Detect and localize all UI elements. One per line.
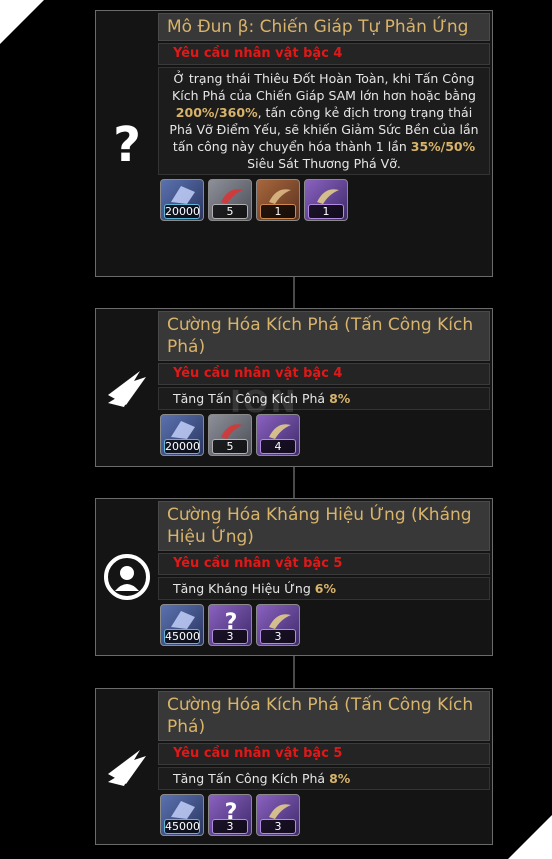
break-claw-icon bbox=[96, 689, 158, 844]
claw-material-icon[interactable]: 5 bbox=[208, 179, 252, 221]
corner-decoration-bottom-right bbox=[508, 815, 552, 859]
requirement-text: Yêu cầu nhân vật bậc 4 bbox=[158, 363, 490, 385]
tree-connector bbox=[293, 467, 295, 498]
material-list: 45000 ? 3 3 bbox=[158, 604, 490, 646]
tree-connector bbox=[293, 656, 295, 688]
svg-text:?: ? bbox=[113, 119, 141, 169]
requirement-text: Yêu cầu nhân vật bậc 5 bbox=[158, 553, 490, 575]
claw-material-icon[interactable]: 5 bbox=[208, 414, 252, 456]
requirement-text: Yêu cầu nhân vật bậc 5 bbox=[158, 743, 490, 765]
skill-description: Ở trạng thái Thiêu Đốt Hoàn Toàn, khi Tấ… bbox=[158, 67, 490, 175]
credit-crystal-icon[interactable]: 20000 bbox=[160, 179, 204, 221]
skill-node-card[interactable]: Cường Hóa Kháng Hiệu Ứng (Kháng Hiệu Ứng… bbox=[95, 498, 493, 656]
credit-crystal-icon[interactable]: 45000 bbox=[160, 794, 204, 836]
skill-title: Mô Đun β: Chiến Giáp Tự Phản Ứng bbox=[158, 13, 490, 41]
skill-description: Tăng Tấn Công Kích Phá 8% bbox=[158, 767, 490, 790]
material-list: 20000 5 4 bbox=[158, 414, 490, 456]
claw-material-icon[interactable]: 3 bbox=[256, 794, 300, 836]
break-claw-icon bbox=[96, 309, 158, 466]
skill-title: Cường Hóa Kháng Hiệu Ứng (Kháng Hiệu Ứng… bbox=[158, 501, 490, 551]
skill-description: Tăng Kháng Hiệu Ứng 6% bbox=[158, 577, 490, 600]
skill-title: Cường Hóa Kích Phá (Tấn Công Kích Phá) bbox=[158, 311, 490, 361]
tree-connector bbox=[293, 277, 295, 308]
svg-text:?: ? bbox=[225, 800, 238, 821]
question-icon: ? bbox=[96, 11, 158, 276]
claw-material-icon[interactable]: 3 bbox=[256, 604, 300, 646]
claw-material-icon[interactable]: 1 bbox=[256, 179, 300, 221]
question-icon[interactable]: ? 3 bbox=[208, 794, 252, 836]
claw-material-icon[interactable]: 1 bbox=[304, 179, 348, 221]
credit-crystal-icon[interactable]: 45000 bbox=[160, 604, 204, 646]
credit-crystal-icon[interactable]: 20000 bbox=[160, 414, 204, 456]
skill-description: Tăng Tấn Công Kích Phá 8% bbox=[158, 387, 490, 410]
material-list: 45000 ? 3 3 bbox=[158, 794, 490, 836]
requirement-text: Yêu cầu nhân vật bậc 4 bbox=[158, 43, 490, 65]
corner-decoration-top-left bbox=[0, 0, 44, 44]
svg-text:?: ? bbox=[225, 610, 238, 631]
claw-material-icon[interactable]: 4 bbox=[256, 414, 300, 456]
material-list: 20000 5 1 1 bbox=[158, 179, 490, 221]
question-icon[interactable]: ? 3 bbox=[208, 604, 252, 646]
skill-title: Cường Hóa Kích Phá (Tấn Công Kích Phá) bbox=[158, 691, 490, 741]
skill-node-card[interactable]: ? Mô Đun β: Chiến Giáp Tự Phản Ứng Yêu c… bbox=[95, 10, 493, 277]
watermark: ION bbox=[230, 385, 298, 420]
skill-node-card[interactable]: Cường Hóa Kích Phá (Tấn Công Kích Phá) Y… bbox=[95, 688, 493, 845]
effect-resist-icon bbox=[96, 499, 158, 655]
